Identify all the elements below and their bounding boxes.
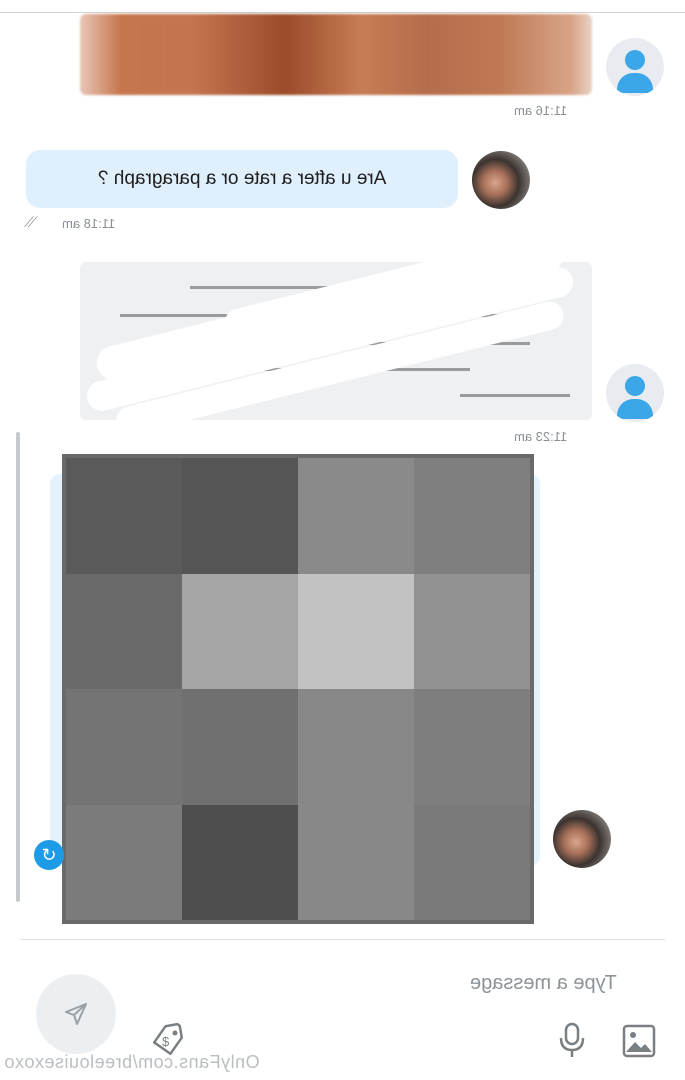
send-icon: [65, 1003, 87, 1025]
scrollbar[interactable]: [16, 432, 20, 902]
avatar-body-shape: [617, 73, 653, 93]
message-bubble[interactable]: Are u after a rate or a paragraph ?: [26, 150, 458, 208]
user-avatar[interactable]: [606, 38, 664, 96]
message-timestamp: 11:18 am: [62, 216, 116, 231]
avatar-body-shape: [617, 399, 653, 419]
watermark: OnlyFans.com/breelouisexoxo: [4, 1052, 260, 1072]
redacted-message-bubble[interactable]: [80, 262, 592, 420]
avatar-head-shape: [625, 376, 645, 396]
user-avatar[interactable]: [606, 364, 664, 422]
composer-divider: [20, 939, 665, 940]
svg-text:$: $: [162, 1034, 170, 1049]
top-divider: [0, 12, 685, 13]
contact-avatar[interactable]: [553, 810, 611, 868]
reply-icon[interactable]: ↻: [34, 840, 64, 870]
contact-avatar[interactable]: [472, 151, 530, 209]
message-text: Are u after a rate or a paragraph ?: [97, 168, 387, 189]
blurred-media-message[interactable]: [80, 14, 592, 95]
read-receipt-icon: ⟋⟋: [24, 214, 37, 230]
pixelated-media[interactable]: [62, 454, 534, 924]
message-timestamp: 11:16 am: [514, 103, 568, 118]
message-timestamp: 11:23 am: [514, 429, 568, 444]
avatar-head-shape: [625, 50, 645, 70]
microphone-icon[interactable]: [556, 1022, 588, 1065]
message-input[interactable]: Type a message: [470, 972, 617, 995]
send-button[interactable]: [36, 974, 116, 1054]
image-icon[interactable]: [622, 1024, 656, 1063]
redacted-text-line: [460, 394, 570, 397]
